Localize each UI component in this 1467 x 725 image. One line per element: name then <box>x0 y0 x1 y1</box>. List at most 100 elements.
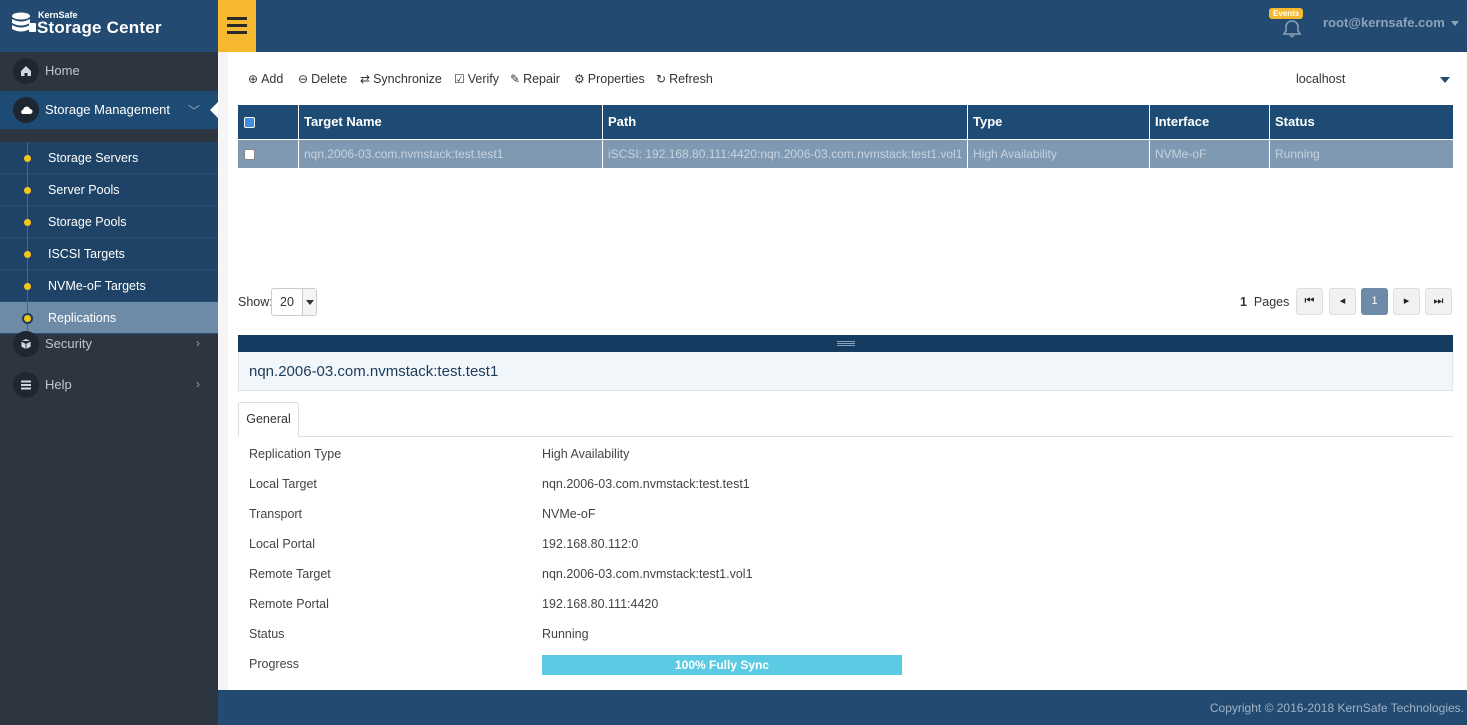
row-checkbox[interactable] <box>244 149 255 160</box>
refresh-button[interactable]: ↻ Refresh <box>656 72 713 86</box>
property-row: Remote Target nqn.2006-03.com.nvmstack:te… <box>249 567 1449 597</box>
grip-icon <box>837 341 855 342</box>
wrench-icon: ✎ <box>510 72 521 86</box>
footer: Copyright © 2016-2018 KernSafe Technolog… <box>218 690 1467 725</box>
refresh-icon: ↻ <box>656 72 667 86</box>
pages-info: 1 Pages <box>1240 295 1289 309</box>
host-select[interactable]: localhost <box>1296 72 1453 90</box>
events-badge[interactable]: Events <box>1269 8 1304 19</box>
next-page-button[interactable]: ▸ <box>1393 288 1420 315</box>
property-key: Remote Portal <box>249 597 329 611</box>
active-pointer <box>210 102 218 118</box>
sidebar-item-security[interactable]: Security › <box>0 325 218 363</box>
property-row: Status Running <box>249 627 1449 657</box>
sidebar-item-storage-servers[interactable]: Storage Servers <box>0 142 218 174</box>
submenu-label: Replications <box>48 311 117 325</box>
sidebar-item-help[interactable]: Help › <box>0 366 218 404</box>
panel-splitter[interactable] <box>238 335 1453 352</box>
property-value: 192.168.80.112:0 <box>542 537 639 551</box>
sidebar-item-label: Help <box>45 377 72 392</box>
prev-page-button[interactable]: ◂ <box>1329 288 1356 315</box>
property-key: Replication Type <box>249 447 342 461</box>
submenu-label: NVMe-oF Targets <box>48 279 146 293</box>
brand[interactable]: KernSafe Storage Center <box>0 0 218 52</box>
delete-button[interactable]: ⊖ Delete <box>298 72 347 86</box>
sidebar-item-nvmeof-targets[interactable]: NVMe-oF Targets <box>0 270 218 302</box>
property-value: NVMe-oF <box>542 507 596 521</box>
property-key: Local Target <box>249 477 317 491</box>
row-select-cell <box>238 140 298 168</box>
select-all-checkbox[interactable] <box>244 117 255 128</box>
user-name: root@kernsafe.com <box>1323 15 1445 30</box>
progress-label: Progress <box>249 657 300 671</box>
sidebar-item-label: Home <box>45 63 80 78</box>
bullet-icon <box>24 155 31 162</box>
properties-button[interactable]: ⚙ Properties <box>574 72 645 86</box>
property-row: Local Target nqn.2006-03.com.nvmstack:tes… <box>249 477 1449 507</box>
property-row: Transport NVMe-oF <box>249 507 1449 537</box>
sidebar-item-server-pools[interactable]: Server Pools <box>0 174 218 206</box>
table-row[interactable]: nqn.2006-03.com.nvmstack:test.test1 iSCS… <box>238 139 1453 168</box>
sidebar-item-iscsi-targets[interactable]: ISCSI Targets <box>0 238 218 270</box>
pages-label: Pages <box>1253 295 1290 309</box>
sidebar: Home Storage Management ﹀ Storage Server… <box>0 52 218 725</box>
page-size-select[interactable]: 20 <box>271 288 317 316</box>
submenu-label: Storage Servers <box>48 151 139 165</box>
caret-down-icon <box>302 289 316 315</box>
plus-circle-icon: ⊕ <box>248 72 259 86</box>
sidebar-item-storage-pools[interactable]: Storage Pools <box>0 206 218 238</box>
column-header[interactable]: Target Name <box>298 105 602 139</box>
last-page-icon: ⏭ <box>1433 295 1444 307</box>
table-cell: High Availability <box>967 140 1149 168</box>
add-button[interactable]: ⊕ Add <box>248 72 283 86</box>
property-row: Replication Type High Availability <box>249 447 1449 477</box>
submenu-label: ISCSI Targets <box>48 247 125 261</box>
gear-icon: ⚙ <box>574 72 585 86</box>
cube-icon <box>13 331 39 357</box>
caret-left-icon: ◂ <box>1339 295 1346 307</box>
detail-title: nqn.2006-03.com.nvmstack:test.test1 <box>249 363 499 380</box>
tab-general[interactable]: General <box>238 402 299 437</box>
copyright-text: Copyright © 2016-2018 KernSafe Technolog… <box>1209 701 1464 715</box>
detail-header: nqn.2006-03.com.nvmstack:test.test1 <box>238 352 1453 391</box>
property-key: Remote Target <box>249 567 331 581</box>
column-header[interactable]: Status <box>1269 105 1453 139</box>
user-menu[interactable]: root@kernsafe.com <box>1323 15 1459 30</box>
bullet-icon <box>24 251 31 258</box>
current-page-button[interactable]: 1 <box>1361 288 1388 315</box>
caret-down-icon <box>1450 21 1459 27</box>
submenu-label: Storage Pools <box>48 215 127 229</box>
table-cell: nqn.2006-03.com.nvmstack:test.test1 <box>298 140 602 168</box>
sidebar-item-home[interactable]: Home <box>0 52 218 90</box>
bell-icon[interactable] <box>1282 20 1302 38</box>
synchronize-button[interactable]: ⇄ Synchronize <box>360 72 442 86</box>
exchange-icon: ⇄ <box>360 72 371 86</box>
cloud-icon <box>13 97 39 123</box>
column-header[interactable]: Interface <box>1149 105 1269 139</box>
content-gutter <box>218 52 228 690</box>
last-page-button[interactable]: ⏭ <box>1425 288 1452 315</box>
property-value: Running <box>542 627 589 641</box>
detail-properties: Replication Type High Availability Local … <box>249 447 1449 687</box>
sidebar-item-storage-management[interactable]: Storage Management ﹀ <box>0 91 218 129</box>
storage-submenu: Storage Servers Server Pools Storage Poo… <box>0 142 218 334</box>
property-value: 192.168.80.111:4420 <box>542 597 659 611</box>
home-icon <box>13 58 39 84</box>
table-cell: NVMe-oF <box>1149 140 1269 168</box>
page-size-value: 20 <box>280 295 294 309</box>
property-key: Status <box>249 627 285 641</box>
table-cell: iSCSI: 192.168.80.111:4420:nqn.2006-03.c… <box>602 140 967 168</box>
repair-button[interactable]: ✎ Repair <box>510 72 560 86</box>
column-header[interactable]: Type <box>967 105 1149 139</box>
chevron-right-icon: › <box>196 377 200 391</box>
first-page-button[interactable]: ⏮ <box>1296 288 1323 315</box>
menu-toggle-button[interactable] <box>218 0 256 52</box>
minus-circle-icon: ⊖ <box>298 72 309 86</box>
select-all-cell <box>238 105 298 139</box>
check-square-icon: ☑ <box>454 72 465 86</box>
caret-right-icon: ▸ <box>1403 295 1410 307</box>
submenu-label: Server Pools <box>48 183 120 197</box>
column-header[interactable]: Path <box>602 105 967 139</box>
verify-button[interactable]: ☑ Verify <box>454 72 499 86</box>
replications-table: Target Name Path Type Interface Status n… <box>238 105 1453 168</box>
